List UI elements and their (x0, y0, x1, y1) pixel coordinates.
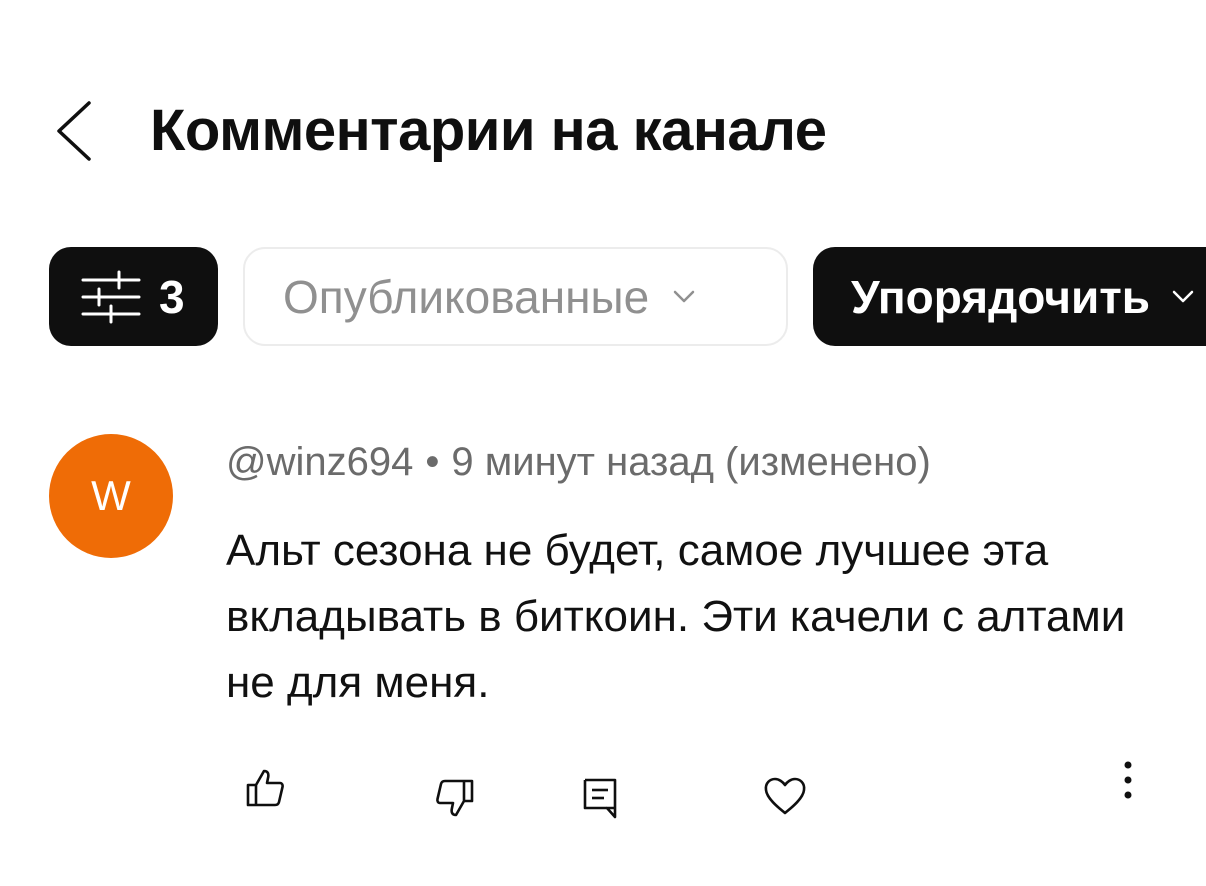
back-button[interactable] (48, 96, 98, 166)
thumbs-up-icon (246, 769, 284, 807)
avatar[interactable]: W (49, 434, 173, 558)
reply-icon (583, 778, 617, 819)
like-button[interactable] (235, 758, 295, 818)
heart-icon (764, 777, 806, 815)
status-dropdown-label: Опубликованные (283, 270, 650, 323)
comment-text: Альт сезона не будет, самое лучшее эта в… (226, 526, 1126, 707)
avatar-letter: W (91, 472, 131, 519)
filter-count: 3 (159, 270, 185, 323)
page: Комментарии на канале 3 Опубликованные У… (0, 0, 1206, 886)
sliders-icon (81, 270, 141, 323)
thumbs-down-icon (436, 779, 474, 817)
more-vertical-icon (1124, 761, 1132, 799)
chevron-down-icon (1172, 290, 1194, 302)
comment-author[interactable]: @winz694 (226, 440, 413, 484)
comment-meta: @winz694 • 9 минут назад (изменено) (226, 438, 931, 486)
sort-dropdown-label: Упорядочить (851, 270, 1151, 323)
filter-button[interactable]: 3 (49, 247, 218, 346)
chevron-left-icon (57, 101, 91, 161)
meta-separator: • (425, 440, 440, 484)
chevron-down-icon (673, 290, 695, 302)
comment-time: 9 минут назад (изменено) (451, 440, 931, 484)
more-options-button[interactable] (1098, 750, 1158, 810)
dislike-button[interactable] (425, 768, 485, 828)
heart-button[interactable] (755, 766, 815, 826)
reply-button[interactable] (570, 768, 630, 828)
sort-dropdown[interactable]: Упорядочить (813, 247, 1206, 346)
status-dropdown[interactable]: Опубликованные (243, 247, 788, 346)
page-title: Комментарии на канале (150, 98, 827, 163)
